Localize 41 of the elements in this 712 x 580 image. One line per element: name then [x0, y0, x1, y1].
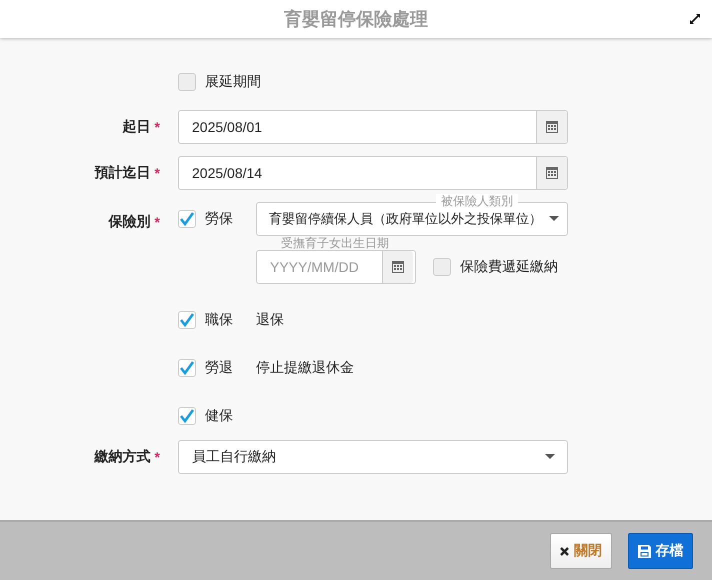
date-field[interactable]: 2025/08/14: [178, 156, 568, 190]
calendar-button[interactable]: [536, 111, 567, 143]
checkbox[interactable]: [178, 73, 196, 91]
checkbox-label: 勞退: [205, 359, 233, 377]
date-field[interactable]: 2025/08/01: [178, 110, 568, 144]
field-label: 預計迄日: [94, 164, 151, 182]
calendar-icon: [545, 166, 559, 180]
calendar-button[interactable]: [382, 251, 413, 283]
close-icon: [560, 546, 569, 556]
birth-date-field[interactable]: YYYY/MM/DD: [256, 250, 416, 284]
date-input[interactable]: YYYY/MM/DD: [257, 258, 382, 276]
save-button[interactable]: 存檔: [628, 533, 693, 569]
calendar-button[interactable]: [536, 157, 567, 189]
window-title: 育嬰留停保險處理: [284, 8, 428, 31]
status-text: 停止提繳退休金: [256, 359, 354, 377]
checkbox[interactable]: [178, 359, 196, 377]
floppy-icon: [638, 544, 650, 558]
expand-icon[interactable]: [689, 13, 701, 25]
checkbox[interactable]: [178, 311, 196, 329]
field-label: 起日: [122, 118, 151, 136]
checkbox-label: 勞保: [205, 210, 233, 228]
required-mark: *: [154, 449, 160, 465]
checkbox[interactable]: [178, 407, 196, 425]
field-label: 繳納方式: [94, 448, 151, 466]
required-mark: *: [154, 119, 160, 135]
status-text: 退保: [256, 311, 284, 329]
caret-icon: [545, 454, 555, 460]
checkbox-label: 展延期間: [205, 73, 261, 91]
checkbox-label: 保險費遞延繳納: [460, 258, 558, 276]
checkbox[interactable]: [433, 258, 451, 276]
field-label: 保險別: [108, 213, 151, 231]
required-mark: *: [154, 165, 160, 181]
calendar-icon: [391, 260, 405, 274]
caret-icon: [549, 216, 559, 222]
checkbox[interactable]: [178, 210, 196, 228]
calendar-icon: [545, 120, 559, 134]
checkbox-label: 健保: [205, 407, 233, 425]
checkbox-label: 職保: [205, 311, 233, 329]
field-legend: 被保險人類別: [436, 194, 518, 208]
payment-select[interactable]: 員工自行繳納: [178, 440, 568, 474]
required-mark: *: [154, 214, 160, 230]
